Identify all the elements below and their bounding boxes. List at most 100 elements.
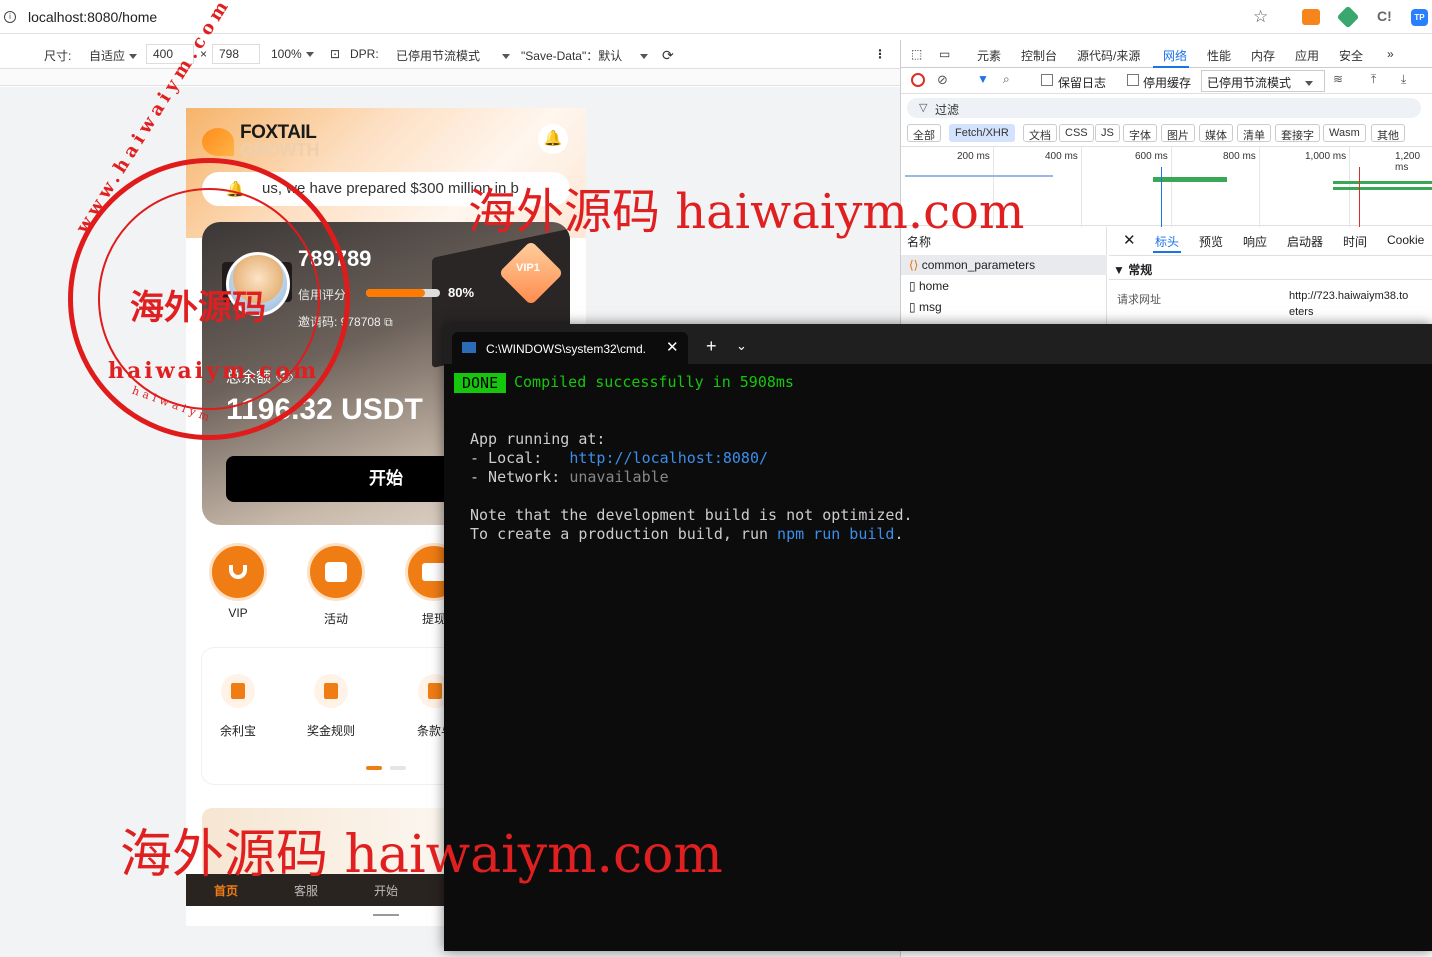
- tab-sources[interactable]: 源代码/来源: [1077, 47, 1140, 64]
- search-icon[interactable]: ⌕: [1003, 72, 1010, 87]
- zoom-select[interactable]: 100%: [271, 47, 314, 61]
- quick-label-vip[interactable]: VIP: [203, 606, 273, 620]
- type-doc[interactable]: 文档: [1023, 124, 1057, 142]
- type-css[interactable]: CSS: [1059, 124, 1094, 142]
- disable-cache-checkbox[interactable]: [1127, 74, 1139, 86]
- screenshot-icon[interactable]: ⊡: [330, 47, 340, 61]
- seal-url-text: haiwaiym.com: [108, 358, 320, 384]
- inspect-element-icon[interactable]: ⬚: [911, 47, 922, 61]
- extension-icon[interactable]: [1336, 5, 1360, 29]
- clear-icon[interactable]: ⊘: [937, 72, 948, 88]
- metamask-extension-icon[interactable]: [1302, 9, 1320, 25]
- rules-icon[interactable]: [314, 674, 348, 708]
- request-row[interactable]: ▯ msg: [909, 300, 942, 314]
- active-detail-indicator: [1153, 251, 1181, 253]
- type-media[interactable]: 媒体: [1199, 124, 1233, 142]
- cmd-titlebar[interactable]: C:\WINDOWS\system32\cmd. ✕ + ⌄: [444, 324, 1432, 364]
- credit-score-value: 80%: [448, 285, 475, 300]
- record-icon[interactable]: [911, 73, 925, 87]
- tab-console[interactable]: 控制台: [1021, 47, 1057, 64]
- type-fetch-xhr[interactable]: Fetch/XHR: [949, 124, 1015, 142]
- copy-icon[interactable]: ⧉: [384, 315, 393, 329]
- size-label: 尺寸:: [44, 49, 72, 63]
- dom-content-loaded-marker: [1161, 167, 1162, 227]
- network-conditions-icon[interactable]: ≋: [1333, 72, 1343, 86]
- import-icon[interactable]: ⤒: [1371, 72, 1376, 87]
- export-icon[interactable]: ⤓: [1401, 72, 1406, 87]
- app-running-line: App running at:: [470, 430, 606, 448]
- pager-dot[interactable]: [390, 766, 406, 770]
- timeline-tick: 400 ms: [1045, 151, 1078, 162]
- detail-tab-initiator[interactable]: 启动器: [1287, 233, 1323, 250]
- tokenpocket-icon[interactable]: TP: [1411, 9, 1428, 26]
- request-row[interactable]: ⟨⟩ common_parameters: [909, 258, 1035, 272]
- timeline-tick: 800 ms: [1223, 151, 1256, 162]
- type-socket[interactable]: 套接字: [1275, 124, 1320, 142]
- timeline-tick: 200 ms: [957, 151, 990, 162]
- resource-type-filters: 全部 Fetch/XHR 文档 CSS JS 字体 图片 媒体 清单 套接字 W…: [901, 122, 1432, 144]
- network-throttle-select[interactable]: 已停用节流模式: [1201, 70, 1325, 92]
- detail-tab-headers[interactable]: 标头: [1155, 233, 1179, 250]
- detail-tab-preview[interactable]: 预览: [1199, 233, 1223, 250]
- bookmark-star-icon[interactable]: ☆: [1253, 7, 1268, 27]
- save-data-select[interactable]: "Save-Data"：默认: [521, 47, 649, 64]
- type-manifest[interactable]: 清单: [1237, 124, 1271, 142]
- detail-tab-response[interactable]: 响应: [1243, 233, 1267, 250]
- preserve-log-checkbox[interactable]: [1041, 74, 1053, 86]
- close-detail-icon[interactable]: ✕: [1123, 231, 1136, 249]
- chevron-down-icon[interactable]: ⌄: [736, 338, 747, 354]
- type-font[interactable]: 字体: [1123, 124, 1157, 142]
- tab-elements[interactable]: 元素: [977, 47, 1001, 64]
- type-other[interactable]: 其他: [1371, 124, 1405, 142]
- ledger-icon[interactable]: [221, 674, 255, 708]
- request-row[interactable]: ▯ home: [909, 279, 949, 293]
- url-text[interactable]: localhost:8080/home: [28, 9, 157, 25]
- local-url-link[interactable]: http://localhost:8080/: [569, 449, 768, 467]
- filter-icon[interactable]: ▼: [977, 72, 989, 86]
- tab-application[interactable]: 应用: [1295, 47, 1319, 64]
- service-label-ledger[interactable]: 余利宝: [203, 722, 273, 739]
- dpr-label: DPR:: [350, 47, 379, 61]
- close-tab-icon[interactable]: ✕: [666, 338, 679, 356]
- load-marker: [1359, 167, 1360, 227]
- tab-security[interactable]: 安全: [1339, 47, 1363, 64]
- type-js[interactable]: JS: [1095, 124, 1120, 142]
- tab-network[interactable]: 网络: [1163, 47, 1187, 64]
- rotate-icon[interactable]: ⟳: [662, 47, 674, 64]
- build-hint-line: To create a production build, run npm ru…: [470, 525, 904, 543]
- throttle-select[interactable]: 已停用节流模式: [396, 47, 511, 64]
- terminal-icon: [462, 342, 476, 353]
- type-all[interactable]: 全部: [907, 124, 941, 142]
- quick-label-activity[interactable]: 活动: [301, 610, 371, 627]
- filter-input[interactable]: ▽ 过滤: [907, 98, 1421, 118]
- type-img[interactable]: 图片: [1161, 124, 1195, 142]
- pager-dot-active[interactable]: [366, 766, 382, 770]
- detail-tab-timing[interactable]: 时间: [1343, 233, 1367, 250]
- watermark-text-top: 海外源码 haiwaiym.com: [468, 184, 1025, 240]
- type-wasm[interactable]: Wasm: [1323, 124, 1366, 142]
- extension-ci-icon[interactable]: C!: [1377, 8, 1392, 24]
- timeline-tick: 1,200 ms: [1395, 151, 1421, 173]
- request-url-value-cont: eters: [1289, 306, 1314, 318]
- height-input[interactable]: 798: [212, 44, 260, 64]
- site-info-icon[interactable]: i: [4, 11, 16, 23]
- more-menu-icon[interactable]: ⋮: [874, 47, 886, 61]
- service-label-rules[interactable]: 奖金规则: [296, 722, 366, 739]
- tab-memory[interactable]: 内存: [1251, 47, 1275, 64]
- chevron-down-icon: [129, 54, 138, 60]
- tab-performance[interactable]: 性能: [1207, 47, 1231, 64]
- notification-bell-icon[interactable]: 🔔: [538, 124, 568, 154]
- new-tab-icon[interactable]: +: [706, 336, 717, 357]
- note-line: Note that the development build is not o…: [470, 506, 913, 524]
- device-mode-icon[interactable]: ▭: [939, 47, 950, 61]
- general-section-toggle[interactable]: ▼ 常规: [1113, 261, 1152, 278]
- detail-tab-cookies[interactable]: Cookie: [1387, 233, 1424, 247]
- vip-entry-icon[interactable]: [209, 543, 267, 601]
- device-toolbar: 尺寸: 自适应 400 × 798 100% ⊡ DPR: 已停用节流模式 "S…: [0, 40, 900, 68]
- request-url-label: 请求网址: [1117, 294, 1161, 306]
- activity-entry-icon[interactable]: [307, 543, 365, 601]
- cmd-tab-title: C:\WINDOWS\system32\cmd.: [486, 342, 647, 356]
- vip-level: VIP1: [516, 262, 540, 274]
- more-tabs-icon[interactable]: »: [1387, 47, 1394, 61]
- device-preset-select[interactable]: 自适应: [89, 47, 138, 64]
